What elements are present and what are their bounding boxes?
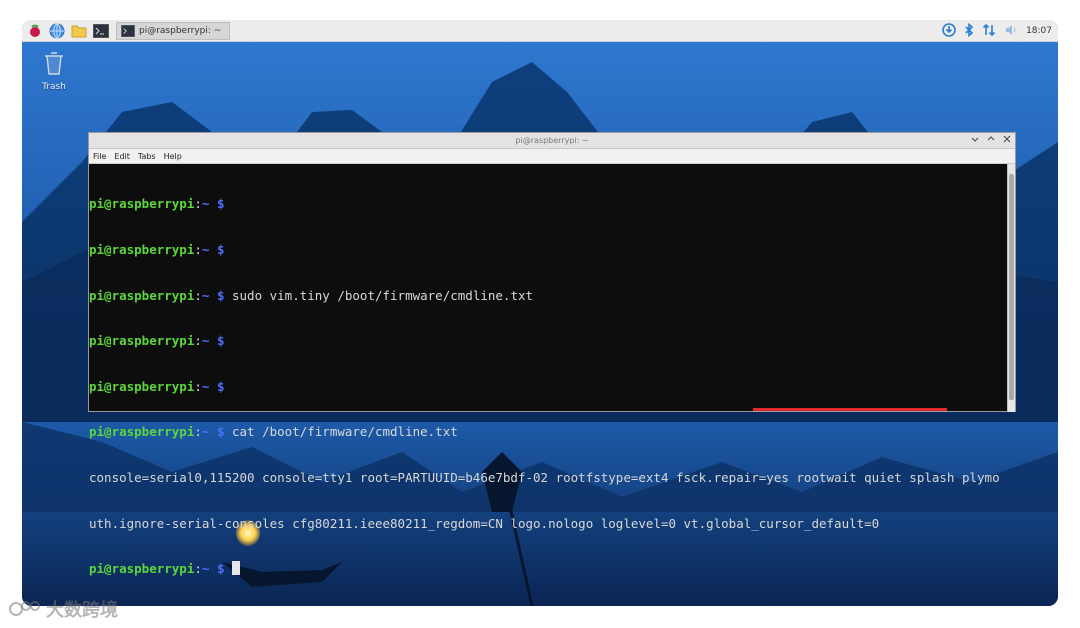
terminal-titlebar[interactable]: pi@raspberrypi: ~ bbox=[89, 133, 1015, 149]
terminal-scrollbar[interactable] bbox=[1007, 164, 1015, 412]
desktop-screen: pi@raspberrypi: ~ 18:07 Trash pi@raspber… bbox=[22, 20, 1058, 606]
terminal-line: pi@raspberrypi:~ $ bbox=[89, 242, 225, 257]
update-icon[interactable] bbox=[942, 22, 956, 41]
top-panel: pi@raspberrypi: ~ 18:07 bbox=[22, 20, 1058, 42]
terminal-line: pi@raspberrypi:~ $ cat /boot/firmware/cm… bbox=[89, 424, 458, 440]
terminal-line: pi@raspberrypi:~ $ bbox=[89, 196, 225, 212]
terminal-launcher-icon[interactable] bbox=[92, 22, 110, 40]
clock[interactable]: 18:07 bbox=[1026, 26, 1052, 36]
terminal-output-line: uth.ignore-serial-consoles cfg80211.ieee… bbox=[89, 515, 880, 531]
menu-edit[interactable]: Edit bbox=[114, 152, 130, 161]
terminal-icon bbox=[121, 24, 135, 37]
trash-desktop-item[interactable]: Trash bbox=[38, 50, 70, 92]
watermark: 大数跨境 bbox=[8, 596, 118, 622]
terminal-window[interactable]: pi@raspberrypi: ~ File Edit Tabs Help pi… bbox=[88, 132, 1016, 576]
terminal-menubar: File Edit Tabs Help bbox=[89, 149, 1015, 164]
minimize-icon[interactable] bbox=[971, 133, 979, 149]
taskbar-terminal-button[interactable]: pi@raspberrypi: ~ bbox=[116, 21, 231, 40]
watermark-logo-icon bbox=[9, 601, 40, 616]
close-icon[interactable] bbox=[1003, 133, 1011, 149]
text-cursor bbox=[232, 561, 240, 576]
bluetooth-icon[interactable] bbox=[964, 22, 974, 41]
raspberry-menu-icon[interactable] bbox=[26, 22, 44, 40]
scrollbar-thumb[interactable] bbox=[1009, 174, 1014, 400]
terminal-line: pi@raspberrypi:~ $ bbox=[89, 378, 225, 394]
terminal-line: pi@raspberrypi:~ $ sudo vim.tiny /boot/f… bbox=[89, 287, 534, 303]
maximize-icon[interactable] bbox=[987, 133, 995, 149]
watermark-text: 大数跨境 bbox=[46, 600, 118, 621]
menu-tabs[interactable]: Tabs bbox=[138, 152, 156, 161]
terminal-line: pi@raspberrypi:~ $ bbox=[89, 333, 225, 349]
system-tray: 18:07 bbox=[942, 20, 1052, 42]
window-controls bbox=[971, 133, 1011, 149]
trash-label: Trash bbox=[42, 82, 66, 92]
network-icon[interactable] bbox=[982, 22, 996, 41]
menu-help[interactable]: Help bbox=[164, 152, 182, 161]
menu-file[interactable]: File bbox=[93, 152, 106, 161]
terminal-output[interactable]: pi@raspberrypi:~ $ pi@raspberrypi:~ $ pi… bbox=[89, 164, 1009, 576]
highlight-underline bbox=[753, 408, 947, 411]
file-manager-icon[interactable] bbox=[70, 22, 88, 40]
taskbar-terminal-label: pi@raspberrypi: ~ bbox=[139, 25, 222, 36]
trash-icon bbox=[45, 52, 63, 75]
terminal-line: pi@raspberrypi:~ $ bbox=[89, 561, 1009, 576]
terminal-output-line: console=serial0,115200 console=tty1 root… bbox=[89, 469, 1000, 485]
volume-icon[interactable] bbox=[1004, 22, 1018, 41]
terminal-title: pi@raspberrypi: ~ bbox=[515, 136, 589, 145]
web-browser-icon[interactable] bbox=[48, 22, 66, 40]
